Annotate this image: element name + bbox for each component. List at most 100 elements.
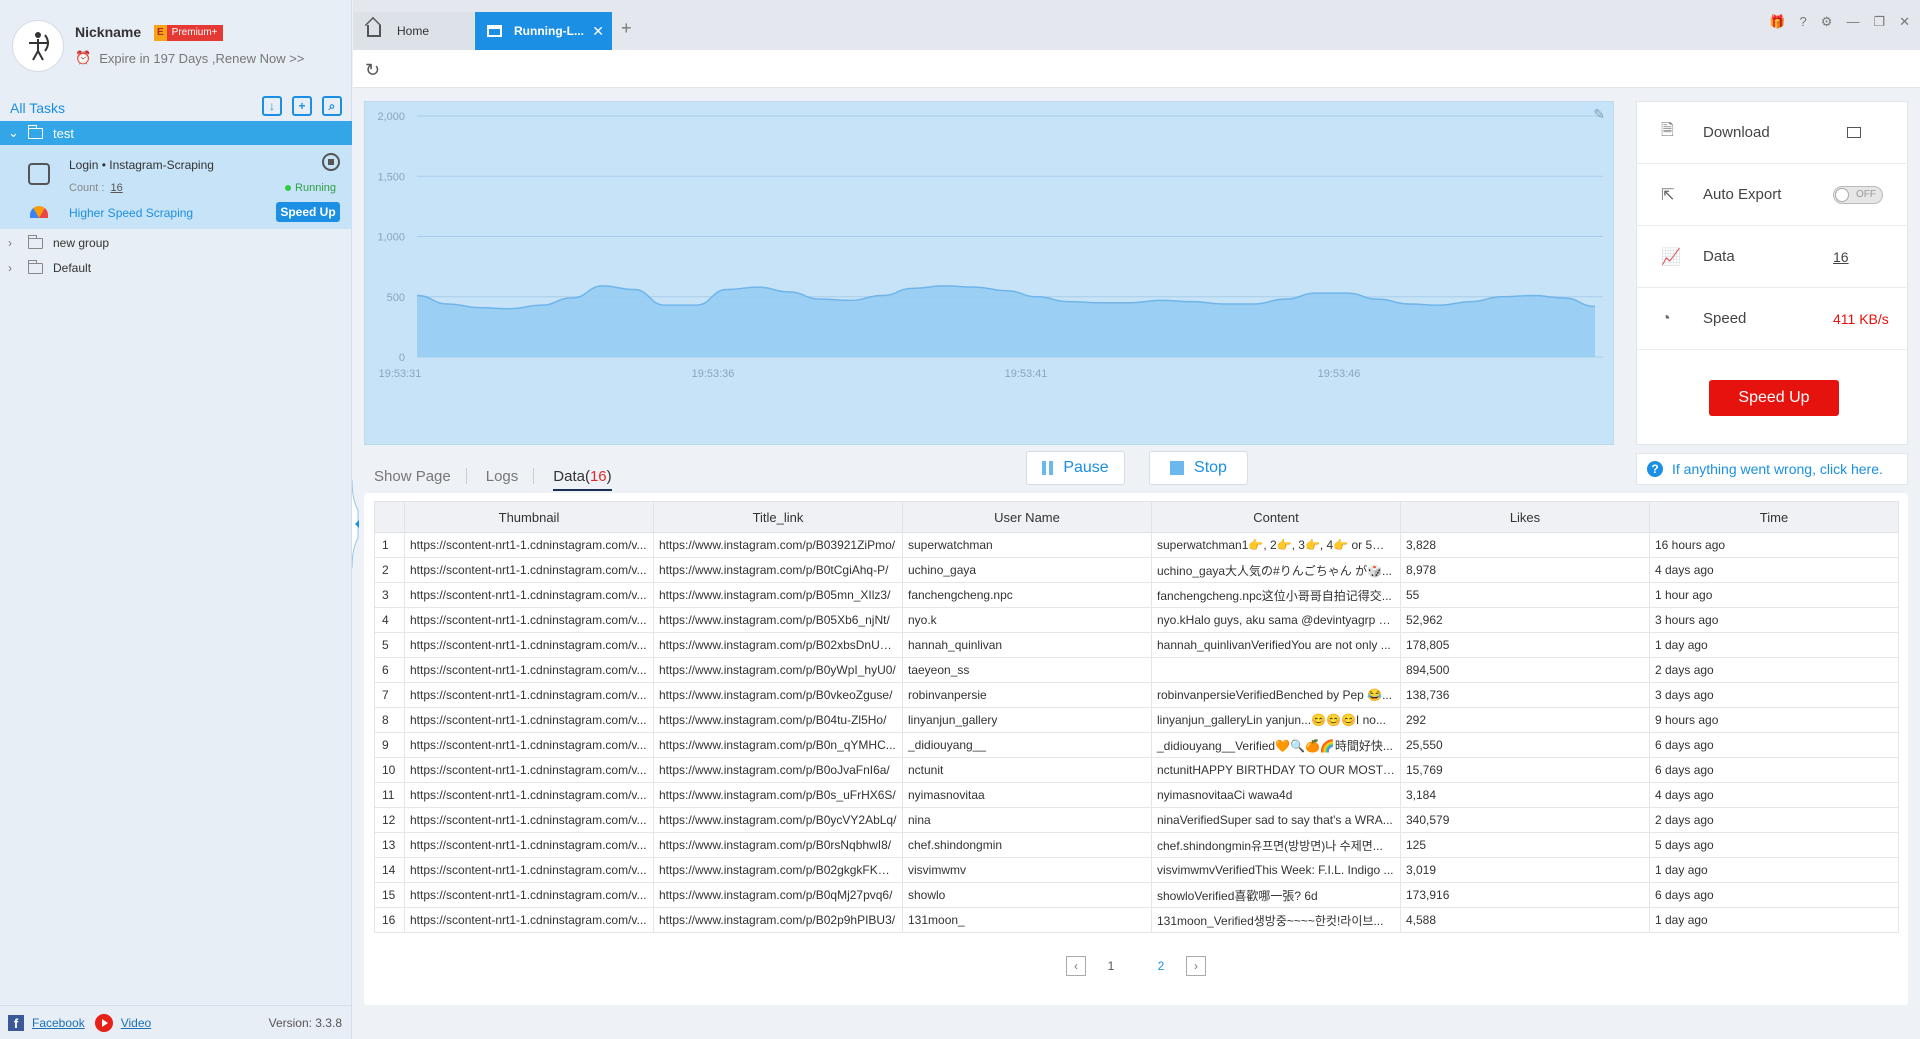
prev-page-icon[interactable]: ‹ [1066,956,1086,976]
page-2[interactable]: 2 [1136,959,1186,973]
table-cell: https://www.instagram.com/p/B0tCgiAhq-P/ [653,557,903,583]
speedometer-icon [30,206,48,218]
tab-running[interactable]: Running-L... ✕ [475,12,612,50]
table-cell: https://scontent-nrt1-1.cdninstagram.com… [404,757,654,783]
avatar[interactable] [12,20,64,72]
robot-icon [28,163,50,185]
all-tasks-title[interactable]: All Tasks [10,100,65,116]
data-tabs: Show Page Logs Data(16) [374,463,613,491]
table-row[interactable]: 5 https://scontent-nrt1-1.cdninstagram.co… [374,632,1899,658]
table-cell: 8 [374,707,405,733]
data-count-link[interactable]: 16 [1833,249,1849,265]
new-task-icon[interactable]: + [292,96,312,116]
group-new-group[interactable]: › new group [0,231,352,255]
table-cell: 1 day ago [1649,857,1899,883]
table-row[interactable]: 1 https://scontent-nrt1-1.cdninstagram.co… [374,532,1899,558]
table-cell: 3 [374,582,405,608]
table-row[interactable]: 10 https://scontent-nrt1-1.cdninstagram.c… [374,757,1899,783]
table-row[interactable]: 6 https://scontent-nrt1-1.cdninstagram.co… [374,657,1899,683]
column-header[interactable]: Thumbnail [404,501,654,533]
table-row[interactable]: 4 https://scontent-nrt1-1.cdninstagram.co… [374,607,1899,633]
tab-home[interactable]: Home [353,12,474,50]
table-cell: 10 [374,757,405,783]
gift-icon[interactable]: 🎁 [1769,14,1785,30]
table-cell: 16 hours ago [1649,532,1899,558]
table-row[interactable]: 16 https://scontent-nrt1-1.cdninstagram.c… [374,907,1899,933]
table-row[interactable]: 15 https://scontent-nrt1-1.cdninstagram.c… [374,882,1899,908]
stop-button[interactable]: Stop [1149,451,1248,485]
table-cell: 14 [374,857,405,883]
help-link[interactable]: ? If anything went wrong, click here. [1636,453,1908,485]
table-cell: 52,962 [1400,607,1650,633]
pause-button[interactable]: Pause [1026,451,1125,485]
table-cell: https://www.instagram.com/p/B02gkgkFKmT/ [653,857,903,883]
help-icon[interactable]: ? [1800,14,1807,30]
tasks-header: All Tasks ↓ + ⌕ [0,96,352,120]
table-row[interactable]: 2 https://scontent-nrt1-1.cdninstagram.co… [374,557,1899,583]
table-cell: _didiouyang__ [902,732,1152,758]
close-tab-icon[interactable]: ✕ [592,23,604,40]
column-header[interactable]: Title_link [653,501,903,533]
table-cell: 4 days ago [1649,557,1899,583]
chevron-down-icon: ⌄ [8,125,19,140]
pause-icon [1042,461,1054,475]
table-cell: https://www.instagram.com/p/B0ycVY2AbLq/ [653,807,903,833]
table-cell: 5 days ago [1649,832,1899,858]
import-task-icon[interactable]: ↓ [262,96,282,116]
table-cell: https://scontent-nrt1-1.cdninstagram.com… [404,557,654,583]
task-name: Login • Instagram-Scraping [69,158,214,172]
status-panel: 🗎 Download ⇱ Auto Export OFF 📈 Data 16 ◔… [1636,101,1909,445]
sidebar-collapse-handle[interactable] [352,480,364,568]
expire-link[interactable]: ⏰ Expire in 197 Days ,Renew Now >> [75,50,304,66]
group-test[interactable]: ⌄ test [0,121,352,145]
minimize-icon[interactable]: — [1846,14,1859,30]
task-count-link[interactable]: 16 [110,182,122,194]
table-row[interactable]: 9 https://scontent-nrt1-1.cdninstagram.co… [374,732,1899,758]
chart-svg: 2,000 1,500 1,000 500 0 19:53:31 19:53:36 19:53… [377,111,1603,380]
tab-show-page[interactable]: Show Page [374,468,451,485]
table-cell: 178,805 [1400,632,1650,658]
facebook-link[interactable]: Facebook [32,1016,85,1030]
edit-chart-icon[interactable]: ✎ [1593,106,1605,123]
table-cell: nctunit [902,757,1152,783]
table-row[interactable]: 3 https://scontent-nrt1-1.cdninstagram.co… [374,582,1899,608]
x-tick-label: 19:53:36 [692,368,735,380]
next-page-icon[interactable]: › [1186,956,1206,976]
gear-icon[interactable]: ⚙ [1821,14,1833,30]
restore-icon[interactable]: ❐ [1873,14,1885,30]
video-link[interactable]: Video [121,1016,151,1030]
tab-data[interactable]: Data(16) [553,468,613,491]
tab-logs[interactable]: Logs [486,468,519,485]
table-cell: 4,588 [1400,907,1650,933]
column-header[interactable] [374,501,405,533]
column-header[interactable]: Likes [1400,501,1650,533]
table-row[interactable]: 14 https://scontent-nrt1-1.cdninstagram.c… [374,857,1899,883]
task-card[interactable]: Login • Instagram-Scraping Count :16 Run… [0,145,352,229]
speed-up-button[interactable]: Speed Up [1709,380,1839,416]
column-header[interactable]: User Name [902,501,1152,533]
table-row[interactable]: 11 https://scontent-nrt1-1.cdninstagram.c… [374,782,1899,808]
table-row[interactable]: 7 https://scontent-nrt1-1.cdninstagram.co… [374,682,1899,708]
search-task-icon[interactable]: ⌕ [322,96,342,116]
open-folder-icon[interactable] [1847,127,1861,138]
column-header[interactable]: Time [1649,501,1899,533]
auto-export-toggle[interactable]: OFF [1833,185,1883,204]
close-window-icon[interactable]: ✕ [1899,14,1910,30]
stop-task-icon[interactable] [322,153,340,171]
table-cell: 8,978 [1400,557,1650,583]
speed-up-small-button[interactable]: Speed Up [276,202,340,222]
table-cell: 6 days ago [1649,757,1899,783]
table-row[interactable]: 8 https://scontent-nrt1-1.cdninstagram.co… [374,707,1899,733]
table-cell: https://scontent-nrt1-1.cdninstagram.com… [404,532,654,558]
column-header[interactable]: Content [1151,501,1401,533]
refresh-icon[interactable]: ↻ [365,60,380,81]
table-cell: 125 [1400,832,1650,858]
table-cell: https://www.instagram.com/p/B0yWpI_hyU0/ [653,657,903,683]
table-row[interactable]: 12 https://scontent-nrt1-1.cdninstagram.c… [374,807,1899,833]
higher-speed-link[interactable]: Higher Speed Scraping [69,206,193,220]
group-default[interactable]: › Default [0,256,352,280]
table-row[interactable]: 13 https://scontent-nrt1-1.cdninstagram.c… [374,832,1899,858]
add-tab-icon[interactable]: + [621,18,632,39]
page-1[interactable]: 1 [1086,959,1136,973]
tab-running-label: Running-L... [514,24,584,38]
